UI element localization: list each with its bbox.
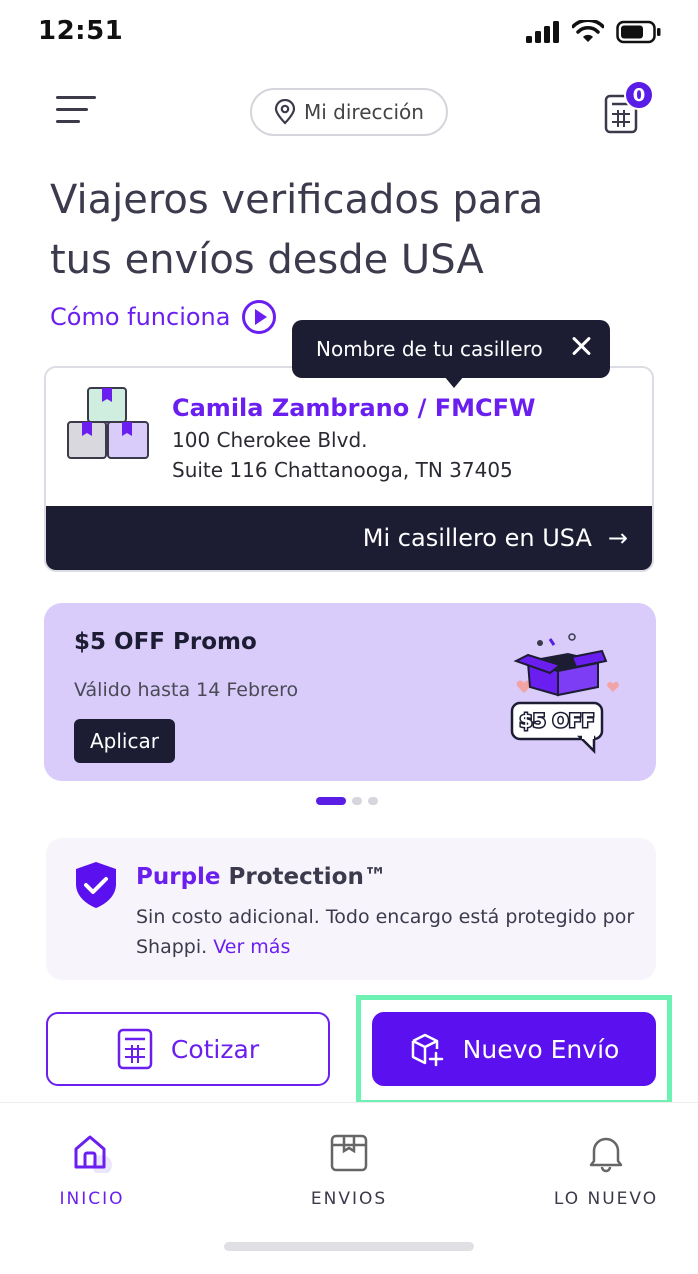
tooltip-text: Nombre de tu casillero (316, 337, 543, 361)
how-it-works-link[interactable]: Cómo funciona (50, 300, 277, 334)
locker-name-tooltip: Nombre de tu casillero (292, 320, 610, 388)
quote-label: Cotizar (170, 1034, 260, 1064)
my-usa-locker-button[interactable]: Mi casillero en USA → (46, 506, 652, 570)
locker-address-line1: 100 Cherokee Blvd. (172, 428, 368, 452)
stacked-boxes-icon (67, 387, 149, 459)
apply-promo-button[interactable]: Aplicar (74, 719, 175, 763)
shield-check-icon (76, 862, 116, 908)
locker-owner-name: Camila Zambrano / FMCFW (172, 394, 536, 422)
coupon-text: $5 OFF (519, 710, 594, 732)
wifi-icon (572, 20, 604, 42)
protection-title: Purple Protection™ (136, 864, 387, 890)
nav-label-inicio: INICIO (59, 1189, 125, 1209)
new-shipment-button[interactable]: Nuevo Envío (372, 1012, 656, 1086)
protection-title-rest: Protection™ (220, 864, 387, 890)
carousel-dot (352, 797, 362, 805)
quote-button[interactable]: Cotizar (46, 1012, 330, 1086)
purple-protection-card: Purple Protection™ Sin costo adicional. … (46, 838, 656, 980)
status-icons (526, 20, 662, 44)
address-label: Mi dirección (304, 100, 424, 124)
nav-item-inicio[interactable]: INICIO (12, 1133, 172, 1209)
cellular-signal-icon (526, 21, 559, 43)
locker-address-line2: Suite 116 Chattanooga, TN 37405 (172, 458, 513, 482)
calculator-badge: 0 (624, 80, 654, 110)
location-pin-icon (274, 99, 296, 125)
address-button[interactable]: Mi dirección (250, 88, 448, 136)
home-icon (74, 1135, 112, 1173)
status-bar: 12:51 (0, 0, 698, 62)
locker-card: Camila Zambrano / FMCFW 100 Cherokee Blv… (44, 366, 654, 572)
protection-description: Sin costo adicional. Todo encargo está p… (136, 902, 636, 962)
headline-line1: Viajeros verificados para (50, 177, 544, 223)
arrow-right-icon: → (607, 524, 628, 552)
app-header: Mi dirección 0 (0, 80, 698, 144)
carousel-dot (368, 797, 378, 805)
new-shipment-label: Nuevo Envío (462, 1034, 620, 1064)
close-icon[interactable] (568, 332, 596, 360)
nav-label-envios: ENVIOS (310, 1189, 388, 1209)
my-usa-locker-label: Mi casillero en USA (362, 524, 592, 552)
box-icon (330, 1134, 368, 1172)
home-indicator[interactable] (224, 1242, 474, 1251)
battery-icon (616, 20, 661, 44)
how-it-works-label: Cómo funciona (50, 303, 231, 331)
hamburger-menu-icon[interactable] (56, 96, 96, 126)
headline-line2: tus envíos desde USA (50, 237, 484, 283)
carousel-indicator (316, 797, 378, 805)
page-headline: Viajeros verificados para tus envíos des… (50, 170, 650, 290)
promo-banner[interactable]: $5 OFF Promo Válido hasta 14 Febrero Apl… (44, 603, 656, 781)
protection-text: Sin costo adicional. Todo encargo está p… (136, 906, 635, 958)
play-circle-icon (242, 300, 277, 334)
nav-label-lo-nuevo: LO NUEVO (553, 1189, 659, 1209)
status-time: 12:51 (38, 16, 124, 46)
bell-icon (589, 1137, 623, 1173)
see-more-link[interactable]: Ver más (213, 936, 290, 958)
carousel-dot-active (316, 797, 346, 805)
nav-item-lo-nuevo[interactable]: LO NUEVO (526, 1133, 686, 1209)
box-plus-icon (411, 1033, 443, 1067)
promo-title: $5 OFF Promo (74, 629, 257, 655)
nav-item-envios[interactable]: ENVIOS (269, 1133, 429, 1209)
calculator-icon (117, 1028, 153, 1070)
gift-box-coupon-icon: $5 OFF (510, 633, 619, 755)
promo-validity: Válido hasta 14 Febrero (74, 679, 299, 701)
protection-title-accent: Purple (136, 864, 221, 890)
